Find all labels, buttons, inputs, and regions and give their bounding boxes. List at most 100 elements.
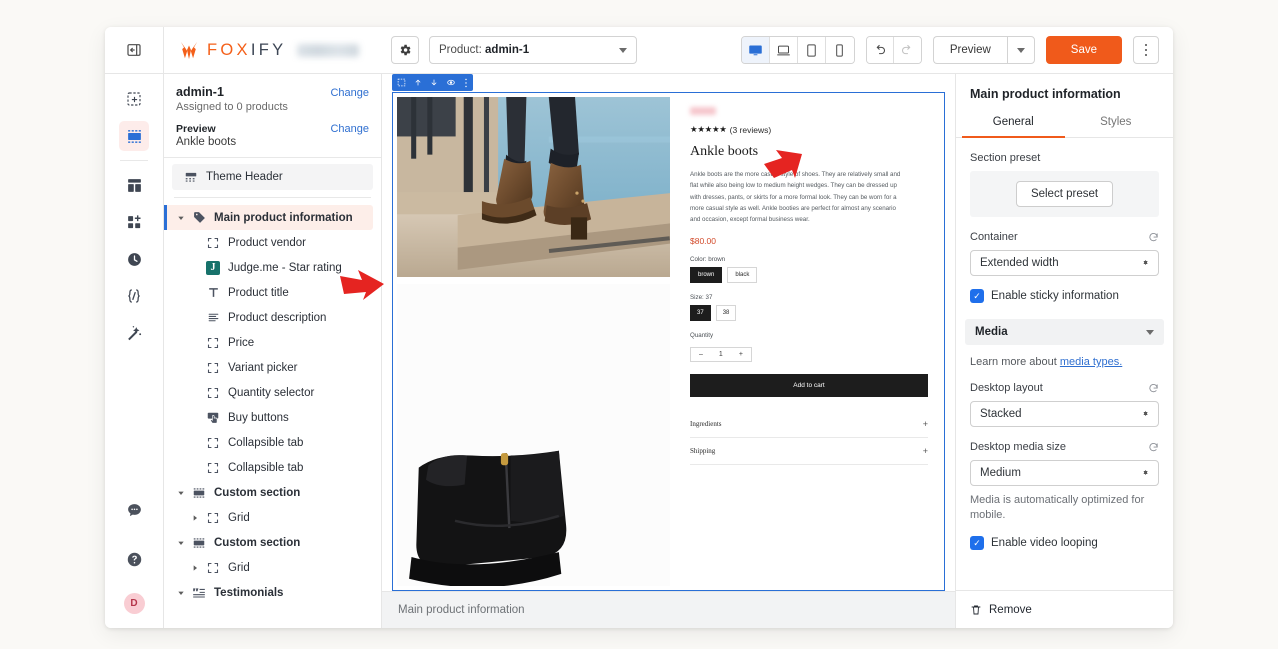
sticky-information-checkbox-row[interactable]: ✓ Enable sticky information: [970, 289, 1159, 303]
brand-blurred-label: [297, 44, 359, 57]
settings-gear-button[interactable]: [391, 36, 419, 64]
device-laptop-button[interactable]: [770, 37, 798, 63]
reset-container-icon[interactable]: [1148, 232, 1159, 243]
save-button[interactable]: Save: [1046, 36, 1122, 64]
collapse-sidebar-button[interactable]: [105, 27, 164, 73]
media-types-link[interactable]: media types.: [1060, 356, 1122, 368]
sticky-information-label: Enable sticky information: [991, 290, 1119, 302]
rail-item-history[interactable]: [119, 244, 149, 274]
layer-row-product-description[interactable]: Product description: [164, 305, 381, 330]
rail-item-chat[interactable]: [119, 495, 149, 525]
move-up-icon[interactable]: [414, 78, 422, 87]
quantity-increment-button[interactable]: +: [731, 351, 751, 358]
tab-general[interactable]: General: [962, 110, 1065, 138]
desktop-layout-select[interactable]: Stacked ▲▼: [970, 401, 1159, 427]
layer-row-grid[interactable]: Grid: [164, 555, 381, 580]
layer-row-judge-me-star-rating[interactable]: JJudge.me - Star rating: [164, 255, 381, 280]
user-avatar[interactable]: D: [124, 593, 145, 614]
reset-desktop-layout-icon[interactable]: [1148, 383, 1159, 394]
size-swatch-38[interactable]: 38: [716, 305, 737, 321]
twisty-expanded-icon[interactable]: [174, 589, 188, 597]
layer-row-label: Custom section: [214, 537, 300, 549]
rail-item-help[interactable]: [119, 544, 149, 574]
block-icon: [202, 562, 224, 574]
layer-row-custom-section[interactable]: Custom section: [164, 480, 381, 505]
layer-row-collapsible-tab[interactable]: Collapsible tab: [164, 430, 381, 455]
product-photo-brown-boots[interactable]: [397, 97, 670, 277]
layer-row-product-title[interactable]: Product title: [164, 280, 381, 305]
layer-tree: Theme HeaderMain product informationProd…: [164, 158, 381, 628]
layer-row-variant-picker[interactable]: Variant picker: [164, 355, 381, 380]
layer-row-custom-section[interactable]: Custom section: [164, 530, 381, 555]
rail-item-layout[interactable]: [119, 170, 149, 200]
rail-item-custom-code[interactable]: [119, 281, 149, 311]
select-arrows-icon: ▲▼: [1142, 414, 1149, 415]
video-looping-checkbox[interactable]: ✓: [970, 536, 984, 550]
layer-row-product-vendor[interactable]: Product vendor: [164, 230, 381, 255]
device-tablet-button[interactable]: [798, 37, 826, 63]
collapsible-tab-ingredients[interactable]: Ingredients +: [690, 411, 928, 438]
header-icon: [180, 170, 202, 184]
media-learn-more: Learn more about media types.: [970, 356, 1159, 368]
twisty-expanded-icon[interactable]: [174, 214, 188, 222]
quantity-decrement-button[interactable]: –: [691, 351, 711, 358]
preview-change-link[interactable]: Change: [330, 123, 369, 135]
hide-icon[interactable]: [446, 78, 456, 87]
preview-button[interactable]: Preview: [933, 36, 1007, 64]
rail-item-sections[interactable]: [119, 121, 149, 151]
quantity-value[interactable]: 1: [711, 351, 731, 358]
size-swatch-37[interactable]: 37: [690, 305, 711, 321]
layer-row-label: Collapsible tab: [228, 462, 303, 474]
template-change-link[interactable]: Change: [330, 87, 369, 99]
collapsible-tab-shipping[interactable]: Shipping +: [690, 438, 928, 465]
more-actions-button[interactable]: [1133, 36, 1159, 64]
drag-handle-icon[interactable]: [397, 78, 406, 87]
preview-group: Preview: [933, 36, 1035, 64]
desktop-layout-label-text: Desktop layout: [970, 382, 1043, 394]
layer-row-price[interactable]: Price: [164, 330, 381, 355]
block-icon: [202, 462, 224, 474]
magic-wand-icon: [126, 325, 143, 342]
rail-item-theme-tools[interactable]: [119, 318, 149, 348]
layer-row-testimonials[interactable]: Testimonials: [164, 580, 381, 605]
settings-scroll-area[interactable]: Section preset Select preset Container E…: [956, 138, 1173, 590]
layer-row-collapsible-tab[interactable]: Collapsible tab: [164, 455, 381, 480]
device-mobile-button[interactable]: [826, 37, 854, 63]
icon-rail: D: [105, 74, 164, 628]
media-group-header[interactable]: Media: [965, 319, 1164, 345]
color-swatch-black[interactable]: black: [727, 267, 757, 283]
tab-styles[interactable]: Styles: [1065, 110, 1168, 138]
select-preset-button[interactable]: Select preset: [1016, 181, 1113, 207]
more-icon[interactable]: [464, 78, 468, 88]
sticky-information-checkbox[interactable]: ✓: [970, 289, 984, 303]
app-body: D admin-1 Change Assigned to 0 products …: [105, 74, 1173, 628]
device-desktop-button[interactable]: [742, 37, 770, 63]
twisty-collapsed-icon[interactable]: [188, 514, 202, 522]
move-down-icon[interactable]: [430, 78, 438, 87]
product-photo-black-boot[interactable]: [397, 284, 670, 586]
rail-item-add-section[interactable]: [119, 84, 149, 114]
layer-row-quantity-selector[interactable]: Quantity selector: [164, 380, 381, 405]
add-to-cart-button[interactable]: Add to cart: [690, 374, 928, 397]
reset-desktop-media-size-icon[interactable]: [1148, 442, 1159, 453]
plus-icon: +: [923, 446, 928, 456]
rail-item-elements[interactable]: [119, 207, 149, 237]
twisty-expanded-icon[interactable]: [174, 489, 188, 497]
video-looping-checkbox-row[interactable]: ✓ Enable video looping: [970, 536, 1159, 550]
twisty-expanded-icon[interactable]: [174, 539, 188, 547]
desktop-media-size-select[interactable]: Medium ▲▼: [970, 460, 1159, 486]
preview-dropdown-button[interactable]: [1007, 36, 1035, 64]
layer-row-grid[interactable]: Grid: [164, 505, 381, 530]
history-clock-icon: [126, 251, 143, 268]
twisty-collapsed-icon[interactable]: [188, 564, 202, 572]
remove-section-button[interactable]: Remove: [956, 590, 1173, 628]
container-select[interactable]: Extended width ▲▼: [970, 250, 1159, 276]
judgeme-star-rating[interactable]: ★★★★★ (3 reviews): [690, 124, 928, 135]
layer-row-main-product-information[interactable]: Main product information: [164, 205, 373, 230]
product-selector[interactable]: Product: admin-1: [429, 36, 637, 64]
redo-button[interactable]: [894, 37, 921, 63]
layer-row-buy-buttons[interactable]: Buy buttons: [164, 405, 381, 430]
layer-row-theme-header[interactable]: Theme Header: [172, 164, 373, 190]
undo-button[interactable]: [867, 37, 894, 63]
color-swatch-brown[interactable]: brown: [690, 267, 722, 283]
